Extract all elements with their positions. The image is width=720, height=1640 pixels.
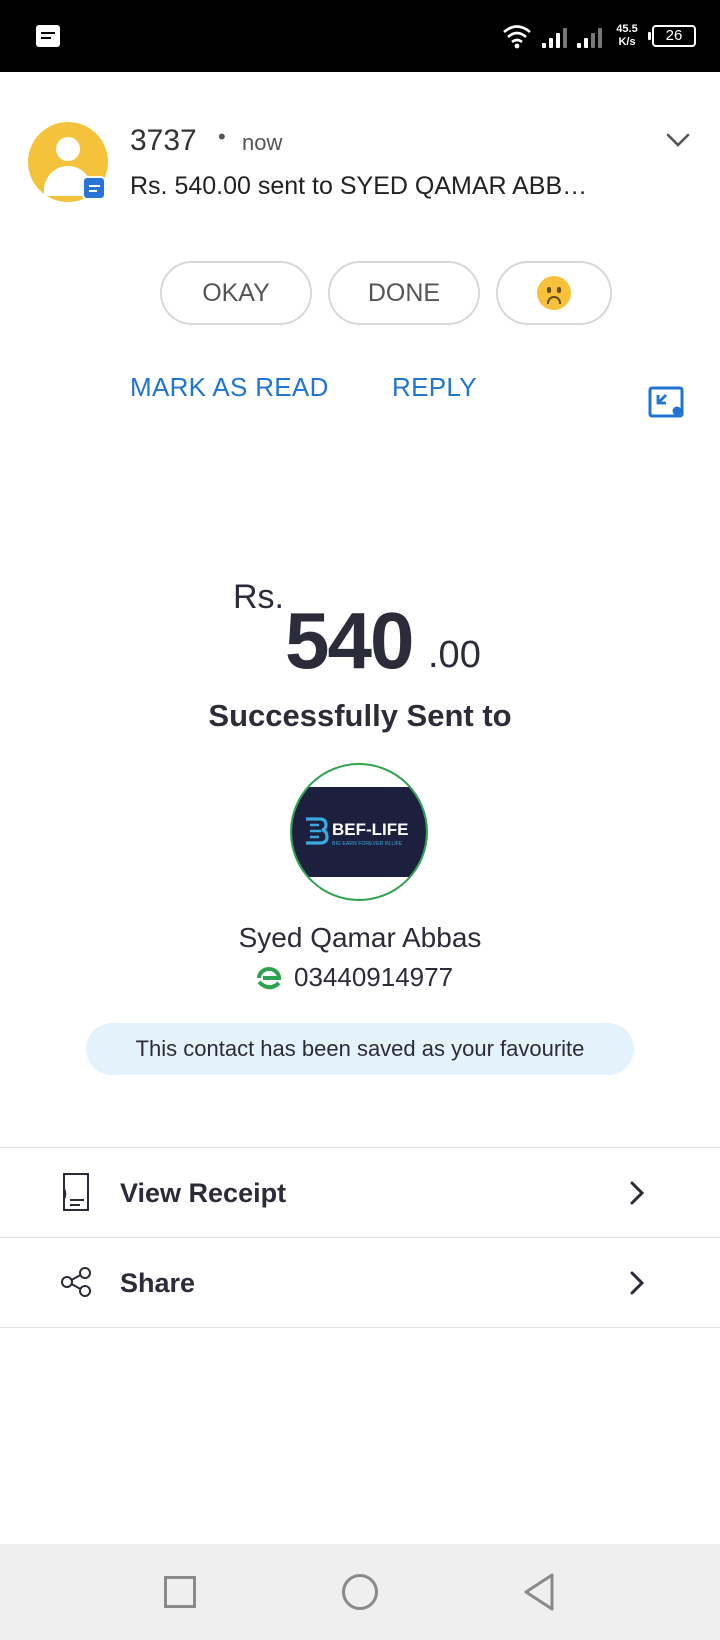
bef-life-logo: BEF-LIFE BIG EARN FOREVER IN LIFE <box>306 817 409 847</box>
battery-level: 26 <box>665 27 683 44</box>
reply-button[interactable]: REPLY <box>392 372 477 403</box>
amount-currency: Rs. <box>233 578 284 616</box>
recipient-number: 03440914977 <box>294 962 454 992</box>
recipient-logo: BEF-LIFE BIG EARN FOREVER IN LIFE <box>290 763 428 901</box>
share-row[interactable]: Share <box>0 1238 720 1327</box>
easypaisa-icon <box>257 966 282 989</box>
view-receipt-label: View Receipt <box>120 1178 287 1208</box>
chevron-right-icon <box>630 1271 645 1295</box>
favourite-notice: This contact has been saved as your favo… <box>86 1023 634 1075</box>
logo-text: BEF-LIFE <box>332 820 409 839</box>
separator-dot: • <box>218 124 226 149</box>
transfer-status-title: Successfully Sent to <box>208 698 512 733</box>
signal-strength-icon-2 <box>577 24 602 48</box>
smart-reply-done[interactable]: DONE <box>328 261 480 325</box>
notification-sender: 3737 <box>130 124 197 157</box>
notification-time: now <box>242 130 283 155</box>
amount-value: 540 <box>285 596 414 685</box>
back-button[interactable] <box>522 1572 556 1612</box>
share-label: Share <box>120 1268 196 1298</box>
system-navigation-bar <box>0 1544 720 1640</box>
network-speed-unit: K/s <box>618 36 636 48</box>
home-button[interactable] <box>342 1574 378 1610</box>
notification-preview: Rs. 540.00 sent to SYED QAMAR ABB… <box>130 172 588 200</box>
worried-face-icon <box>537 276 571 310</box>
messages-app-badge-icon <box>82 176 106 200</box>
signal-strength-icon-1 <box>542 24 567 48</box>
network-speed: 45.5 K/s <box>612 23 642 49</box>
smart-reply-chips: OKAY DONE <box>160 261 612 325</box>
wifi-icon <box>503 25 531 49</box>
network-speed-value: 45.5 <box>616 23 638 35</box>
amount-cents: .00 <box>428 634 481 676</box>
recents-button[interactable] <box>164 1576 196 1608</box>
recipient-account: 03440914977 <box>256 962 453 993</box>
battery-icon: 26 <box>648 25 696 47</box>
recipient-name: Syed Qamar Abbas <box>238 922 482 953</box>
share-icon <box>61 1267 91 1297</box>
status-bar: 45.5 K/s 26 <box>0 0 720 72</box>
chevron-down-icon[interactable] <box>664 126 692 154</box>
receipt-icon <box>63 1173 89 1211</box>
divider <box>0 1327 720 1328</box>
mark-as-read-button[interactable]: MARK AS READ <box>130 372 329 403</box>
logo-tagline: BIG EARN FOREVER IN LIFE <box>332 841 403 847</box>
chevron-right-icon <box>630 1181 645 1205</box>
sms-notification[interactable]: 3737 • now Rs. 540.00 sent to SYED QAMAR… <box>0 72 720 452</box>
smart-reply-emoji[interactable] <box>496 261 612 325</box>
message-notification-icon <box>36 25 60 47</box>
picture-in-picture-icon[interactable] <box>648 386 684 418</box>
status-bar-right: 45.5 K/s 26 <box>502 20 696 52</box>
smart-reply-okay[interactable]: OKAY <box>160 261 312 325</box>
view-receipt-row[interactable]: View Receipt <box>0 1148 720 1237</box>
